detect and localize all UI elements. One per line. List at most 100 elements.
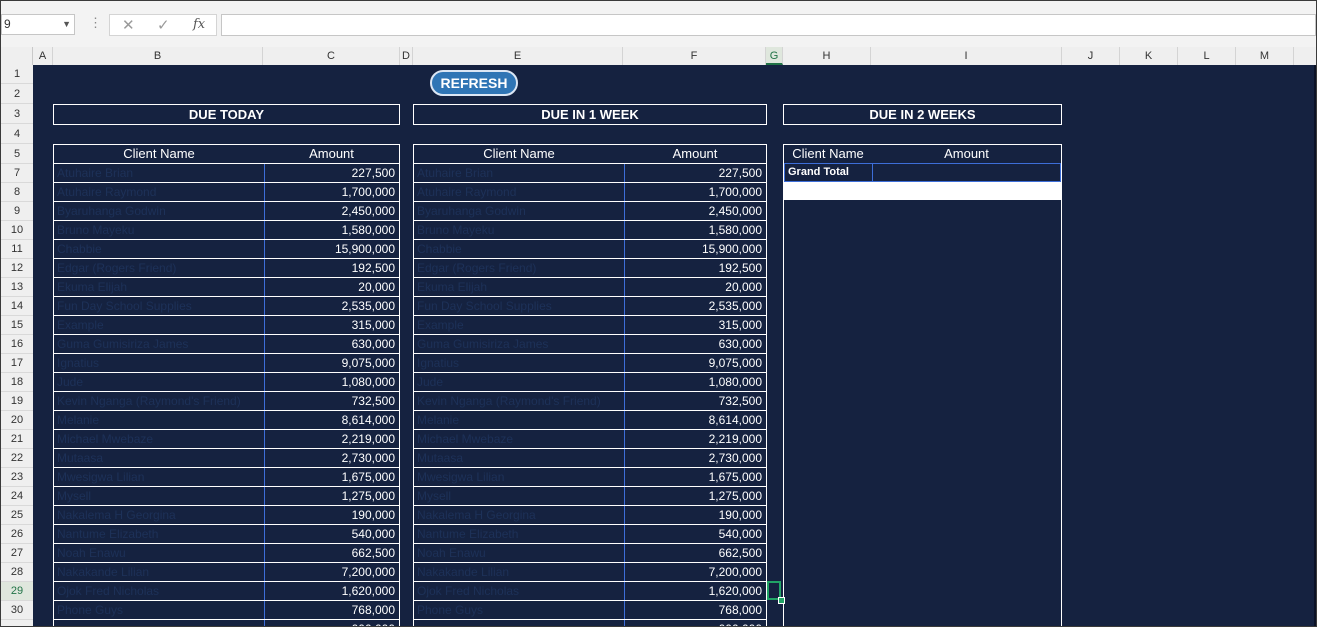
row-header[interactable]: 30 — [1, 601, 33, 620]
table-row[interactable]: Melanie 8,614,000 — [54, 410, 399, 429]
amount-cell[interactable]: 15,900,000 — [702, 240, 762, 258]
client-name-cell[interactable]: Ignatius — [57, 354, 261, 372]
table-row[interactable]: Byaruhanga Godwin 2,450,000 — [414, 201, 766, 220]
table-row[interactable]: Nantume Elizabeth 540,000 — [54, 524, 399, 543]
table-row[interactable]: Ojok Fred Nicholas 1,620,000 — [54, 581, 399, 600]
table-row[interactable]: Edgar (Rogers Friend) 192,500 — [54, 258, 399, 277]
client-name-cell[interactable]: Guma Gumisiriza James — [417, 335, 621, 353]
client-name-cell[interactable]: Kevin Nganga (Raymond's Friend) — [57, 392, 261, 410]
table-row[interactable]: Ekuma Elijah 20,000 — [414, 277, 766, 296]
client-name-cell[interactable]: Bruno Mayeku — [57, 221, 261, 239]
amount-cell[interactable]: 630,000 — [719, 335, 762, 353]
row-header[interactable]: 2 — [1, 85, 33, 104]
column-header-m[interactable]: M — [1236, 47, 1294, 65]
client-name-cell[interactable]: Byaruhanga Godwin — [57, 202, 261, 220]
table-row[interactable]: Phone Guys 768,000 — [54, 600, 399, 619]
column-header-e[interactable]: E — [413, 47, 623, 65]
table-row[interactable]: Ojok Fred Nicholas 1,620,000 — [414, 581, 766, 600]
amount-cell[interactable]: 2,219,000 — [342, 430, 395, 448]
row-header[interactable]: 12 — [1, 259, 33, 278]
table-row[interactable]: Atuhaire Raymond 1,700,000 — [414, 182, 766, 201]
client-name-cell[interactable]: Melanie — [57, 411, 261, 429]
table-row[interactable]: 000,000 — [414, 619, 766, 626]
amount-cell[interactable]: 227,500 — [352, 164, 395, 182]
amount-cell[interactable]: 7,200,000 — [342, 563, 395, 581]
column-header-b[interactable]: B — [53, 47, 263, 65]
row-header[interactable]: 8 — [1, 183, 33, 202]
table-row[interactable]: Guma Gumisiriza James 630,000 — [414, 334, 766, 353]
column-header-k[interactable]: K — [1120, 47, 1178, 65]
chevron-down-icon[interactable]: ▼ — [62, 15, 71, 34]
table-row[interactable]: Mwesigwa Lilian 1,675,000 — [414, 467, 766, 486]
client-name-cell[interactable]: Fun Day School Supplies — [57, 297, 261, 315]
table-row[interactable]: Mutaasa 2,730,000 — [54, 448, 399, 467]
grand-total-row[interactable]: Grand Total — [784, 163, 1061, 182]
table-row[interactable]: Ignatius 9,075,000 — [414, 353, 766, 372]
amount-cell[interactable]: 768,000 — [719, 601, 762, 619]
row-header[interactable]: 26 — [1, 525, 33, 544]
table-row[interactable]: Nakakande Lilian 7,200,000 — [54, 562, 399, 581]
fx-icon[interactable]: fx — [193, 17, 205, 32]
cancel-icon[interactable]: ✕ — [122, 16, 135, 34]
amount-cell[interactable]: 1,275,000 — [342, 487, 395, 505]
table-row[interactable]: Bruno Mayeku 1,580,000 — [414, 220, 766, 239]
amount-cell[interactable]: 662,500 — [719, 544, 762, 562]
client-name-cell[interactable]: Mysell — [417, 487, 621, 505]
client-name-cell[interactable]: Michael Mwebaze — [417, 430, 621, 448]
table-row[interactable]: Chabbie 15,900,000 — [54, 239, 399, 258]
client-name-cell[interactable]: Mwesigwa Lilian — [417, 468, 621, 486]
amount-cell[interactable]: 2,219,000 — [709, 430, 762, 448]
column-header-l[interactable]: L — [1178, 47, 1236, 65]
amount-cell[interactable]: 2,535,000 — [342, 297, 395, 315]
row-header[interactable]: 20 — [1, 411, 33, 430]
amount-cell[interactable]: 000,000 — [352, 620, 395, 626]
client-name-cell[interactable]: Mysell — [57, 487, 261, 505]
amount-cell[interactable]: 2,730,000 — [342, 449, 395, 467]
row-header[interactable]: 3 — [1, 105, 33, 124]
table-row[interactable]: Example 315,000 — [414, 315, 766, 334]
table-row[interactable]: Bruno Mayeku 1,580,000 — [54, 220, 399, 239]
amount-cell[interactable]: 1,080,000 — [342, 373, 395, 391]
row-header[interactable]: 22 — [1, 449, 33, 468]
table-row[interactable]: 000,000 — [54, 619, 399, 626]
amount-cell[interactable]: 1,675,000 — [342, 468, 395, 486]
table-row[interactable]: Nakalema H Georgina 190,000 — [54, 505, 399, 524]
column-header-j[interactable]: J — [1062, 47, 1120, 65]
column-header-i[interactable]: I — [871, 47, 1062, 65]
client-name-cell[interactable]: Edgar (Rogers Friend) — [417, 259, 621, 277]
row-header[interactable]: 10 — [1, 221, 33, 240]
row-header[interactable]: 18 — [1, 373, 33, 392]
more-options-icon[interactable]: ⋮ — [89, 15, 102, 31]
table-row[interactable]: Mysell 1,275,000 — [54, 486, 399, 505]
check-icon[interactable]: ✓ — [157, 16, 170, 34]
table-row[interactable]: Chabbie 15,900,000 — [414, 239, 766, 258]
amount-cell[interactable]: 2,450,000 — [342, 202, 395, 220]
amount-cell[interactable]: 1,620,000 — [709, 582, 762, 600]
client-name-cell[interactable]: Atuhaire Brian — [57, 164, 261, 182]
table-row[interactable]: Atuhaire Brian 227,500 — [414, 163, 766, 182]
client-name-cell[interactable]: Jude — [57, 373, 261, 391]
amount-cell[interactable]: 192,500 — [719, 259, 762, 277]
amount-cell[interactable]: 190,000 — [352, 506, 395, 524]
row-header[interactable]: 24 — [1, 487, 33, 506]
amount-cell[interactable]: 8,614,000 — [709, 411, 762, 429]
table-row[interactable]: Jude 1,080,000 — [54, 372, 399, 391]
table-row[interactable]: Noah Enawu 662,500 — [414, 543, 766, 562]
client-name-cell[interactable]: Guma Gumisiriza James — [57, 335, 261, 353]
table-row[interactable]: Ignatius 9,075,000 — [54, 353, 399, 372]
row-header[interactable]: 29 — [1, 582, 33, 601]
row-header[interactable]: 21 — [1, 430, 33, 449]
client-name-cell[interactable]: Phone Guys — [57, 601, 261, 619]
column-header-g[interactable]: G — [766, 47, 783, 65]
table-row[interactable]: Fun Day School Supplies 2,535,000 — [414, 296, 766, 315]
table-row[interactable]: Ekuma Elijah 20,000 — [54, 277, 399, 296]
amount-cell[interactable]: 1,080,000 — [709, 373, 762, 391]
amount-cell[interactable]: 2,535,000 — [709, 297, 762, 315]
amount-cell[interactable]: 2,450,000 — [709, 202, 762, 220]
client-name-cell[interactable]: Nakakande Lilian — [417, 563, 621, 581]
column-header-f[interactable]: F — [623, 47, 766, 65]
amount-cell[interactable]: 630,000 — [352, 335, 395, 353]
amount-cell[interactable]: 8,614,000 — [342, 411, 395, 429]
client-name-cell[interactable]: Edgar (Rogers Friend) — [57, 259, 261, 277]
client-name-cell[interactable]: Mutaasa — [57, 449, 261, 467]
